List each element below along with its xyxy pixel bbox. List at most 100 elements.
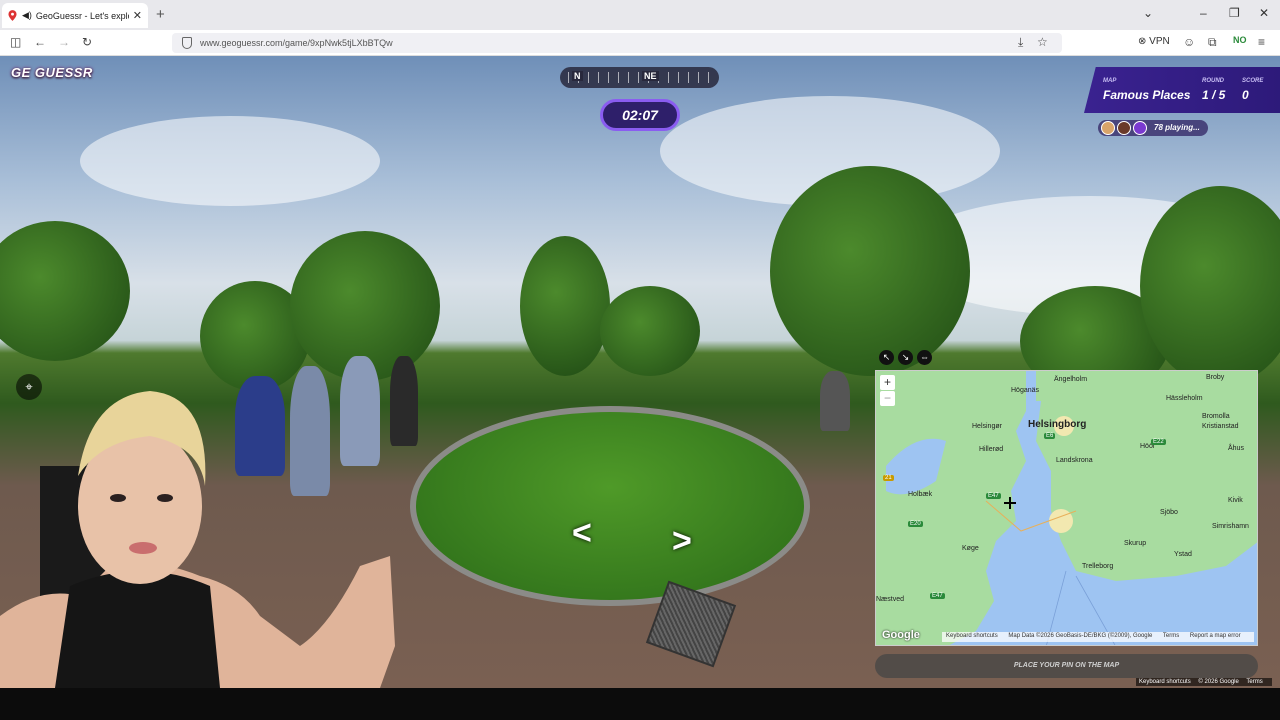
save-icon[interactable]: ⤓	[1018, 35, 1023, 50]
map-land	[876, 371, 1257, 645]
cloud	[80, 116, 380, 206]
map-data-text: Map Data ©2026 GeoBasis-DE/BKG (©2009), …	[1008, 633, 1153, 639]
road-shield: E6	[1044, 433, 1056, 439]
map-place: Næstved	[876, 596, 905, 603]
zoom-in-button[interactable]: +	[880, 375, 895, 390]
map-place: Ystad	[1174, 551, 1192, 558]
speaker-icon[interactable]: ◀)	[22, 10, 32, 21]
location-pin-icon[interactable]: ⌖	[16, 374, 42, 400]
game-status-panel: MAP Famous Places ROUND 1 / 5 SCORE 0	[1084, 67, 1280, 113]
road-shield: E47	[930, 593, 945, 599]
shield-icon[interactable]	[182, 37, 192, 49]
map-place: Ängelholm	[1054, 376, 1088, 383]
place-pin-button[interactable]: PLACE YOUR PIN ON THE MAP	[875, 654, 1258, 678]
bottom-bar	[0, 688, 1280, 720]
avatar	[1101, 121, 1115, 135]
map-label: MAP	[1103, 78, 1117, 84]
tree	[770, 166, 970, 376]
map-place: Kristianstad	[1202, 423, 1239, 430]
map-place: Kivik	[1228, 497, 1243, 504]
round-timer: 02:07	[600, 99, 680, 131]
back-icon[interactable]: ←	[34, 35, 46, 49]
map-place: Helsingør	[972, 423, 1002, 430]
menu-icon[interactable]: ≡	[1258, 35, 1265, 49]
forward-icon[interactable]: →	[58, 35, 70, 49]
address-bar[interactable]: www.geoguessr.com/game/9xpNwk5tjLXbBTQw	[172, 33, 1062, 53]
map-place: Landskrona	[1056, 457, 1093, 464]
vpn-label: VPN	[1149, 36, 1170, 47]
expand-icon[interactable]: ↖	[879, 350, 894, 365]
star-icon[interactable]: ☆	[1037, 35, 1048, 49]
map-place: Skurup	[1124, 540, 1147, 547]
sidebar-icon[interactable]: ◫	[10, 35, 21, 49]
score-value: 0	[1242, 88, 1249, 102]
compass-northeast: NE	[642, 71, 659, 81]
map-attribution: Keyboard shortcuts Map Data ©2026 GeoBas…	[942, 632, 1254, 642]
close-icon[interactable]: ✕	[133, 9, 142, 22]
players-count: 78 playing...	[1154, 123, 1200, 132]
miniature-garden	[410, 406, 810, 606]
copyright-text: © 2026 Google	[1198, 679, 1239, 685]
tree	[520, 236, 610, 376]
shrink-icon[interactable]: ↘	[898, 350, 913, 365]
geoguessr-logo[interactable]: GE GUESSR	[11, 65, 93, 80]
extension-no-icon[interactable]: NO	[1233, 35, 1247, 45]
extensions-icon[interactable]: ⧉	[1208, 35, 1217, 50]
new-tab-icon[interactable]: +	[156, 6, 165, 23]
guess-map[interactable]: + − Ängelholm Broby Höganäs Hässleholm H…	[875, 370, 1258, 646]
players-indicator[interactable]: 78 playing...	[1098, 120, 1208, 136]
panorama-attribution: Keyboard shortcuts © 2026 Google Terms	[1136, 678, 1272, 686]
keyboard-shortcuts-link[interactable]: Keyboard shortcuts	[946, 633, 998, 639]
map-place: Sjöbo	[1160, 509, 1178, 516]
browser-tab[interactable]: ◀) GeoGuessr - Let's explore th ✕	[2, 3, 148, 28]
round-label: ROUND	[1202, 78, 1224, 84]
zoom-out-button[interactable]: −	[880, 391, 895, 406]
chevron-down-icon[interactable]: ⌄	[1143, 6, 1153, 20]
tab-bar: ◀) GeoGuessr - Let's explore th ✕ + ⌄ – …	[0, 0, 1280, 30]
map-value: Famous Places	[1103, 88, 1191, 102]
map-place: Køge	[962, 545, 979, 552]
vpn-button[interactable]: ⊗ VPN	[1138, 36, 1170, 47]
road-shield: E47	[986, 493, 1001, 499]
map-place: Trelleborg	[1082, 563, 1114, 570]
street-view-panorama[interactable]: < > GE GUESSR ⌖ N NE 02:07 MAP Famous Pl…	[0, 56, 1280, 688]
road-shield: E22	[1151, 439, 1166, 445]
reload-icon[interactable]: ↻	[82, 35, 92, 49]
google-logo: Google	[882, 629, 920, 641]
map-place: Simrishamn	[1212, 523, 1249, 530]
pin-icon[interactable]: ⇔	[917, 350, 932, 365]
map-place: Hillerød	[979, 446, 1004, 453]
map-place: Holbæk	[908, 491, 933, 498]
compass: N NE	[560, 67, 719, 88]
round-value: 1 / 5	[1202, 88, 1226, 102]
terms-link[interactable]: Terms	[1163, 633, 1179, 639]
tree	[0, 221, 130, 361]
avatar	[1133, 121, 1147, 135]
geoguessr-favicon	[8, 10, 17, 21]
url-text: www.geoguessr.com/game/9xpNwk5tjLXbBTQw	[200, 38, 393, 48]
map-place: Bromolla	[1202, 413, 1230, 420]
close-window-icon[interactable]: ✕	[1259, 6, 1269, 20]
minimize-icon[interactable]: –	[1200, 6, 1207, 20]
compass-north: N	[572, 71, 583, 81]
keyboard-shortcuts-link[interactable]: Keyboard shortcuts	[1139, 679, 1191, 685]
nav-arrow-right[interactable]: >	[672, 522, 692, 561]
avatar	[1117, 121, 1131, 135]
webcam-overlay	[0, 391, 395, 688]
browser-toolbar: ◫ ← → ↻ www.geoguessr.com/game/9xpNwk5tj…	[0, 30, 1280, 56]
score-label: SCORE	[1242, 78, 1264, 84]
compass-ticks	[568, 72, 711, 83]
maximize-icon[interactable]: ❐	[1229, 6, 1240, 20]
account-icon[interactable]: ☺	[1183, 35, 1195, 49]
map-place: Broby	[1206, 374, 1225, 381]
road-shield: E20	[908, 521, 923, 527]
tab-title: GeoGuessr - Let's explore th	[35, 10, 129, 21]
report-error-link[interactable]: Report a map error	[1190, 633, 1241, 639]
map-place: Hässleholm	[1166, 395, 1203, 402]
nav-arrow-left[interactable]: <	[572, 514, 592, 553]
road-shield: 21	[883, 475, 894, 481]
map-place: Höganäs	[1011, 387, 1040, 394]
person	[820, 371, 850, 431]
map-place: Åhus	[1228, 445, 1244, 452]
terms-link[interactable]: Terms	[1246, 679, 1262, 685]
